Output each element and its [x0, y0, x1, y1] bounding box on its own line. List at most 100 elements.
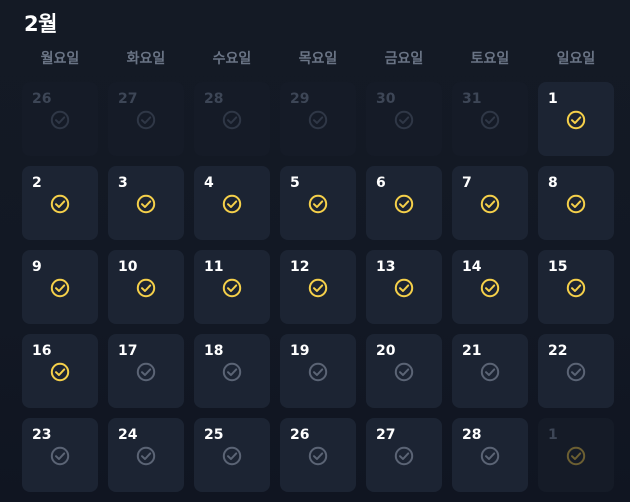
- check-circle-icon: [566, 446, 586, 466]
- check-circle-icon: [566, 362, 586, 382]
- check-circle-icon: [50, 278, 70, 298]
- day-number: 16: [32, 343, 52, 359]
- day-cell[interactable]: 3: [108, 166, 184, 240]
- day-cell[interactable]: 7: [452, 166, 528, 240]
- check-circle-icon: [566, 194, 586, 214]
- check-circle-icon: [50, 362, 70, 382]
- day-cell[interactable]: 11: [194, 250, 270, 324]
- day-number: 31: [462, 91, 482, 107]
- day-number: 15: [548, 259, 568, 275]
- day-cell[interactable]: 2: [22, 166, 98, 240]
- day-cell[interactable]: 13: [366, 250, 442, 324]
- day-number: 6: [376, 175, 386, 191]
- day-cell[interactable]: 28: [452, 418, 528, 492]
- day-cell[interactable]: 10: [108, 250, 184, 324]
- check-circle-icon: [222, 446, 242, 466]
- day-number: 17: [118, 343, 138, 359]
- check-circle-icon: [308, 362, 328, 382]
- day-cell[interactable]: 15: [538, 250, 614, 324]
- day-cell[interactable]: 4: [194, 166, 270, 240]
- day-number: 8: [548, 175, 558, 191]
- day-cell[interactable]: 27: [366, 418, 442, 492]
- day-number: 3: [118, 175, 128, 191]
- day-number: 1: [548, 427, 558, 443]
- weekday-label: 월요일: [40, 51, 80, 67]
- check-circle-icon: [50, 446, 70, 466]
- check-circle-icon: [222, 110, 242, 130]
- day-cell[interactable]: 28: [194, 82, 270, 156]
- day-cell[interactable]: 1: [538, 418, 614, 492]
- day-number: 21: [462, 343, 482, 359]
- day-number: 19: [290, 343, 310, 359]
- calendar-grid: 26 27 28 29 30 31 1 2 3 4 5 6 7 8 9 10 11 12 13 14 15 16 17 18 1…: [22, 82, 614, 492]
- day-cell[interactable]: 21: [452, 334, 528, 408]
- day-cell[interactable]: 9: [22, 250, 98, 324]
- day-cell[interactable]: 19: [280, 334, 356, 408]
- check-circle-icon: [308, 110, 328, 130]
- day-number: 2: [32, 175, 42, 191]
- day-number: 5: [290, 175, 300, 191]
- day-cell[interactable]: 25: [194, 418, 270, 492]
- check-circle-icon: [566, 110, 586, 130]
- day-cell[interactable]: 22: [538, 334, 614, 408]
- day-number: 1: [548, 91, 558, 107]
- check-circle-icon: [222, 362, 242, 382]
- day-number: 10: [118, 259, 138, 275]
- day-number: 22: [548, 343, 568, 359]
- day-number: 28: [462, 427, 482, 443]
- check-circle-icon: [480, 278, 500, 298]
- day-cell[interactable]: 14: [452, 250, 528, 324]
- day-number: 23: [32, 427, 52, 443]
- check-circle-icon: [480, 194, 500, 214]
- check-circle-icon: [394, 194, 414, 214]
- day-number: 25: [204, 427, 224, 443]
- check-circle-icon: [394, 278, 414, 298]
- weekday-label: 토요일: [470, 51, 510, 67]
- day-cell[interactable]: 23: [22, 418, 98, 492]
- day-cell[interactable]: 12: [280, 250, 356, 324]
- day-cell[interactable]: 31: [452, 82, 528, 156]
- day-number: 4: [204, 175, 214, 191]
- check-circle-icon: [136, 362, 156, 382]
- day-number: 13: [376, 259, 396, 275]
- day-cell[interactable]: 18: [194, 334, 270, 408]
- day-cell[interactable]: 24: [108, 418, 184, 492]
- day-cell[interactable]: 20: [366, 334, 442, 408]
- day-number: 14: [462, 259, 482, 275]
- day-number: 7: [462, 175, 472, 191]
- weekday-label: 목요일: [298, 51, 338, 67]
- day-number: 9: [32, 259, 42, 275]
- day-cell[interactable]: 1: [538, 82, 614, 156]
- day-number: 27: [118, 91, 138, 107]
- check-circle-icon: [50, 194, 70, 214]
- day-cell[interactable]: 26: [22, 82, 98, 156]
- check-circle-icon: [394, 110, 414, 130]
- check-circle-icon: [308, 446, 328, 466]
- weekday-label: 수요일: [212, 51, 252, 67]
- check-circle-icon: [136, 194, 156, 214]
- check-circle-icon: [136, 110, 156, 130]
- check-circle-icon: [222, 194, 242, 214]
- day-number: 12: [290, 259, 310, 275]
- day-cell[interactable]: 26: [280, 418, 356, 492]
- weekday-label: 화요일: [126, 51, 166, 67]
- day-cell[interactable]: 16: [22, 334, 98, 408]
- month-title: 2월: [24, 12, 57, 36]
- check-circle-icon: [308, 194, 328, 214]
- day-cell[interactable]: 6: [366, 166, 442, 240]
- day-number: 26: [32, 91, 52, 107]
- check-circle-icon: [50, 110, 70, 130]
- day-cell[interactable]: 29: [280, 82, 356, 156]
- check-circle-icon: [394, 446, 414, 466]
- day-cell[interactable]: 27: [108, 82, 184, 156]
- day-cell[interactable]: 30: [366, 82, 442, 156]
- check-circle-icon: [480, 446, 500, 466]
- day-number: 11: [204, 259, 224, 275]
- check-circle-icon: [308, 278, 328, 298]
- day-cell[interactable]: 17: [108, 334, 184, 408]
- day-cell[interactable]: 8: [538, 166, 614, 240]
- day-number: 20: [376, 343, 396, 359]
- check-circle-icon: [222, 278, 242, 298]
- check-circle-icon: [136, 278, 156, 298]
- day-cell[interactable]: 5: [280, 166, 356, 240]
